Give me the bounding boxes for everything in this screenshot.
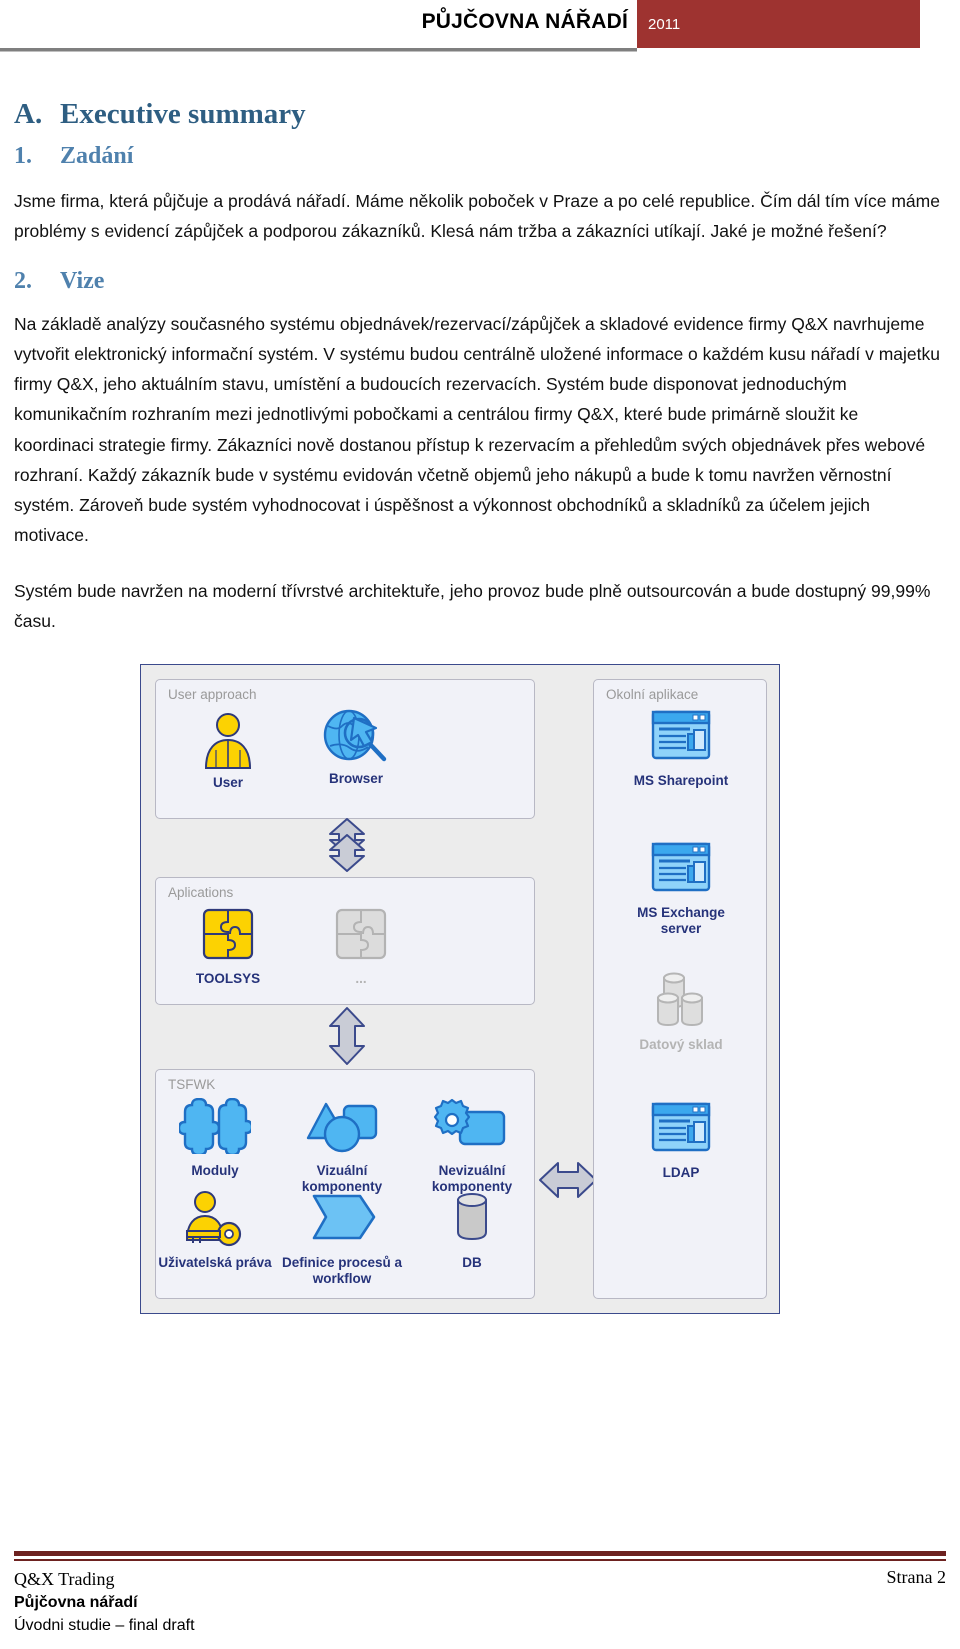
heading-2-title: Vize: [60, 268, 105, 295]
diagram-group-applications: Aplications TOOLSYS ...: [155, 877, 535, 1006]
diagram-node-label-ms-exchange: MS Exchange server: [637, 905, 725, 936]
diagram-node-browser: Browser: [296, 706, 416, 787]
process-flow-chevron-icon: [278, 1190, 406, 1252]
footer-project: Půjčovna nářadí: [14, 1594, 138, 1612]
puzzle-pieces-icon: [156, 1097, 274, 1160]
user-key-permissions-icon: [156, 1190, 274, 1252]
database-cylinder-icon: [408, 1190, 536, 1252]
architecture-diagram-wrapper: User approach User Browser Aplications T…: [0, 664, 960, 1315]
diagram-node-user: User: [168, 710, 288, 791]
diagram-node-ms-sharepoint: MS Sharepoint: [621, 708, 741, 789]
footer-rule-thick: [14, 1551, 946, 1556]
diagram-node-label-ms-sharepoint: MS Sharepoint: [633, 773, 729, 789]
footer-subtitle: Úvodni studie – final draft: [14, 1617, 195, 1635]
window-app-icon: [621, 708, 741, 770]
diagram-node-vizualni-komponenty: Vizuální komponenty: [278, 1098, 406, 1194]
diagram-node-label-user: User: [212, 775, 244, 791]
gear-panel-icon: [408, 1098, 536, 1160]
diagram-node-datovy-sklad: Datový sklad: [621, 972, 741, 1053]
window-app-icon: [621, 840, 741, 902]
document-body: A. Executive summary 1. Zadání Jsme firma,…: [0, 58, 960, 1315]
diagram-group-user-approach: User approach User Browser: [155, 679, 535, 820]
diagram-node-nevizualni-komponenty: Nevizuální komponenty: [408, 1098, 536, 1194]
footer-company: Q&X Trading: [14, 1569, 115, 1589]
diagram-node-ldap: LDAP: [621, 1100, 741, 1181]
diagram-node-toolsys: TOOLSYS: [168, 906, 288, 987]
arrow-tsfwk-to-external: [537, 1157, 599, 1208]
diagram-node-db: DB: [408, 1190, 536, 1271]
shapes-icon: [278, 1098, 406, 1160]
diagram-group-label-user-approach: User approach: [168, 687, 257, 703]
paragraph-zadani: Jsme firma, která půjčuje a prodává nářa…: [14, 191, 940, 242]
diagram-node-ellipsis: ...: [301, 906, 421, 987]
diagram-node-label-toolsys: TOOLSYS: [195, 971, 261, 987]
footer-left-block: Q&X Trading Půjčovna nářadí Úvodni studi…: [14, 1567, 195, 1638]
diagram-group-label-applications: Aplications: [168, 885, 234, 901]
diagram-node-uzivatelska-prava: Uživatelská práva: [156, 1190, 274, 1271]
heading-2-number: 2.: [14, 268, 32, 295]
diagram-group-tsfwk: TSFWK Moduly Vizuální komponenty Nevizuá…: [155, 1069, 536, 1300]
page-footer: Q&X Trading Půjčovna nářadí Úvodni studi…: [0, 1529, 960, 1649]
header-rule-thin: [0, 51, 637, 52]
heading-section-a: A. Executive summary: [0, 98, 960, 131]
diagram-node-label-definice-procesu: Definice procesů a workflow: [281, 1255, 403, 1286]
diagram-node-label-browser: Browser: [328, 771, 384, 787]
footer-page-number: Strana 2: [886, 1567, 946, 1587]
diagram-node-label-datovy-sklad: Datový sklad: [639, 1037, 723, 1053]
browser-globe-search-icon: [296, 706, 416, 768]
heading-1-number: 1.: [14, 143, 32, 169]
diagram-node-moduly: Moduly: [156, 1097, 274, 1179]
diagram-node-label-db: DB: [462, 1255, 482, 1271]
diagram-group-label-external-apps: Okolní aplikace: [606, 687, 699, 703]
diagram-node-label-ldap: LDAP: [662, 1165, 700, 1181]
heading-section-2: 2. Vize: [0, 268, 960, 295]
architecture-diagram: User approach User Browser Aplications T…: [140, 664, 780, 1315]
heading-a-number: A.: [14, 98, 43, 130]
heading-1-title: Zadání: [60, 143, 134, 169]
header-year: 2011: [648, 16, 681, 33]
diagram-node-label-ellipsis: ...: [355, 971, 367, 987]
window-app-icon: [621, 1100, 741, 1162]
page-header: PŮJČOVNA NÁŘADÍ 2011: [0, 0, 960, 58]
diagram-group-external-apps: Okolní aplikace MS Sharepoint MS Exchang…: [593, 679, 767, 1300]
puzzle-block-placeholder-icon: [301, 906, 421, 968]
header-document-title: PŮJČOVNA NÁŘADÍ: [421, 10, 628, 33]
footer-rule-thin: [14, 1559, 946, 1561]
heading-section-1: 1. Zadání: [0, 143, 960, 170]
paragraph-vize-1: Na základě analýzy současného systému ob…: [14, 314, 940, 545]
arrow-user-to-applications: [324, 817, 370, 878]
puzzle-block-icon: [168, 906, 288, 968]
user-icon: [168, 710, 288, 772]
diagram-node-ms-exchange: MS Exchange server: [621, 840, 741, 936]
diagram-node-label-uzivatelska-prava: Uživatelská práva: [158, 1255, 272, 1271]
arrow-applications-to-tsfwk: [324, 1005, 370, 1072]
diagram-node-label-moduly: Moduly: [191, 1163, 239, 1179]
paragraph-vize-2: Systém bude navržen na moderní třívrstvé…: [14, 580, 931, 632]
data-warehouse-cylinders-icon: [621, 972, 741, 1034]
diagram-group-label-tsfwk: TSFWK: [168, 1077, 216, 1093]
diagram-node-definice-procesu: Definice procesů a workflow: [278, 1190, 406, 1286]
heading-a-title: Executive summary: [60, 98, 306, 130]
